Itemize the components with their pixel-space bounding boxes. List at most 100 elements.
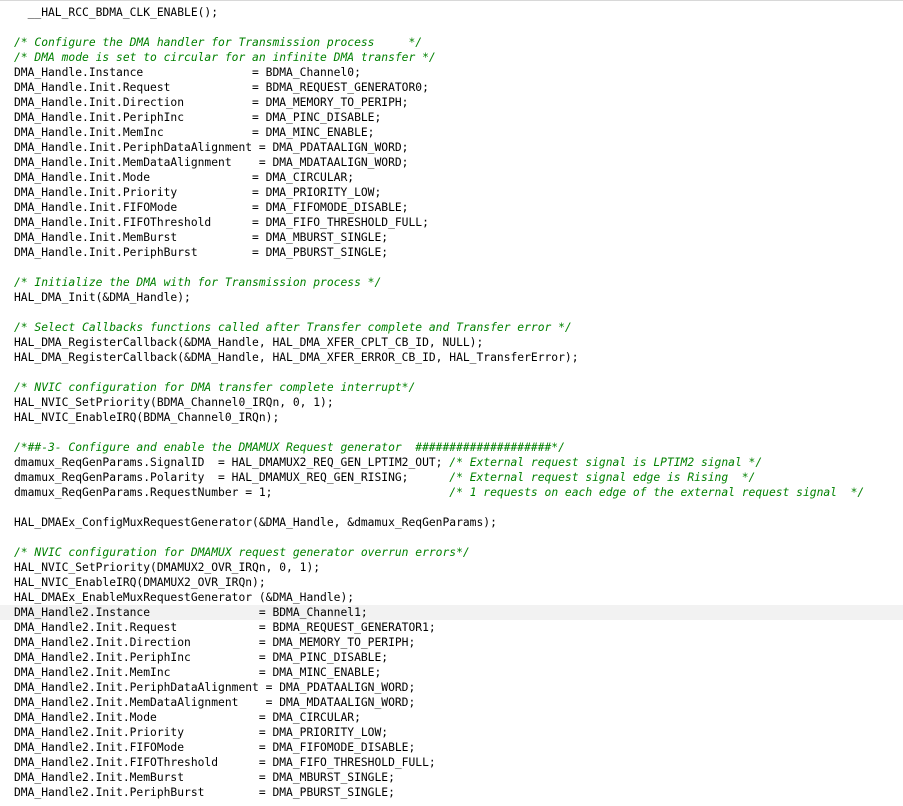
code-text: DMA_Handle2.Instance = BDMA_Channel1; (14, 606, 368, 619)
code-text: DMA_Handle2.Init.FIFOThreshold = DMA_FIF… (14, 756, 436, 769)
code-text: DMA_Handle.Init.MemInc = DMA_MINC_ENABLE… (14, 126, 375, 139)
code-comment: /* External request signal edge is Risin… (449, 471, 756, 484)
code-line[interactable]: DMA_Handle2.Init.PeriphDataAlignment = D… (0, 680, 903, 695)
code-line[interactable]: DMA_Handle.Init.Direction = DMA_MEMORY_T… (0, 95, 903, 110)
code-line[interactable]: /* DMA mode is set to circular for an in… (0, 50, 903, 65)
code-line[interactable]: DMA_Handle2.Init.Mode = DMA_CIRCULAR; (0, 710, 903, 725)
code-line[interactable]: /* NVIC configuration for DMAMUX request… (0, 545, 903, 560)
code-comment: /* Select Callbacks functions called aft… (14, 321, 572, 334)
code-line[interactable] (0, 260, 903, 275)
code-comment: /* DMA mode is set to circular for an in… (14, 51, 436, 64)
code-line[interactable] (0, 500, 903, 515)
code-line[interactable]: DMA_Handle.Instance = BDMA_Channel0; (0, 65, 903, 80)
code-line[interactable]: HAL_NVIC_EnableIRQ(DMAMUX2_OVR_IRQn); (0, 575, 903, 590)
code-line[interactable]: dmamux_ReqGenParams.SignalID = HAL_DMAMU… (0, 455, 903, 470)
code-text: DMA_Handle.Init.FIFOMode = DMA_FIFOMODE_… (14, 201, 409, 214)
code-text: DMA_Handle2.Init.PeriphInc = DMA_PINC_DI… (14, 651, 389, 664)
code-line[interactable]: HAL_DMAEx_ConfigMuxRequestGenerator(&DMA… (0, 515, 903, 530)
code-text: DMA_Handle.Init.PeriphInc = DMA_PINC_DIS… (14, 111, 382, 124)
code-line[interactable]: DMA_Handle.Init.Mode = DMA_CIRCULAR; (0, 170, 903, 185)
code-line[interactable] (0, 530, 903, 545)
code-text: HAL_NVIC_EnableIRQ(DMAMUX2_OVR_IRQn); (14, 576, 266, 589)
code-text: __HAL_RCC_BDMA_CLK_ENABLE(); (14, 6, 219, 19)
code-lines: __HAL_RCC_BDMA_CLK_ENABLE(); /* Configure… (0, 5, 903, 800)
code-comment: /* 1 requests on each edge of the extern… (449, 486, 865, 499)
code-line[interactable]: DMA_Handle2.Init.MemBurst = DMA_MBURST_S… (0, 770, 903, 785)
code-text: HAL_NVIC_EnableIRQ(BDMA_Channel0_IRQn); (14, 411, 280, 424)
code-text: DMA_Handle2.Init.Direction = DMA_MEMORY_… (14, 636, 416, 649)
code-line[interactable]: DMA_Handle2.Init.PeriphBurst = DMA_PBURS… (0, 785, 903, 800)
code-line[interactable]: DMA_Handle2.Init.Direction = DMA_MEMORY_… (0, 635, 903, 650)
code-line[interactable] (0, 425, 903, 440)
code-text: HAL_NVIC_SetPriority(BDMA_Channel0_IRQn,… (14, 396, 334, 409)
code-editor[interactable]: __HAL_RCC_BDMA_CLK_ENABLE(); /* Configure… (0, 0, 903, 806)
code-line[interactable]: DMA_Handle2.Init.FIFOMode = DMA_FIFOMODE… (0, 740, 903, 755)
code-text: DMA_Handle.Init.MemDataAlignment = DMA_M… (14, 156, 409, 169)
code-text: HAL_DMA_RegisterCallback(&DMA_Handle, HA… (14, 336, 484, 349)
code-line[interactable]: dmamux_ReqGenParams.Polarity = HAL_DMAMU… (0, 470, 903, 485)
code-line[interactable]: DMA_Handle2.Init.Request = BDMA_REQUEST_… (0, 620, 903, 635)
code-line[interactable]: /* NVIC configuration for DMA transfer c… (0, 380, 903, 395)
code-line[interactable]: DMA_Handle2.Init.FIFOThreshold = DMA_FIF… (0, 755, 903, 770)
code-line[interactable]: HAL_DMA_RegisterCallback(&DMA_Handle, HA… (0, 335, 903, 350)
code-line[interactable]: DMA_Handle.Init.MemDataAlignment = DMA_M… (0, 155, 903, 170)
code-line[interactable] (0, 365, 903, 380)
code-text: HAL_NVIC_SetPriority(DMAMUX2_OVR_IRQn, 0… (14, 561, 321, 574)
code-text: HAL_DMA_Init(&DMA_Handle); (14, 291, 191, 304)
code-line[interactable]: HAL_DMA_Init(&DMA_Handle); (0, 290, 903, 305)
code-line[interactable]: DMA_Handle2.Init.MemDataAlignment = DMA_… (0, 695, 903, 710)
code-text: DMA_Handle.Init.Request = BDMA_REQUEST_G… (14, 81, 429, 94)
code-line[interactable]: DMA_Handle.Init.FIFOThreshold = DMA_FIFO… (0, 215, 903, 230)
current-code-line[interactable]: DMA_Handle2.Instance = BDMA_Channel1; (0, 605, 903, 620)
code-comment: /* Configure the DMA handler for Transmi… (14, 36, 423, 49)
code-line[interactable]: HAL_DMAEx_EnableMuxRequestGenerator (&DM… (0, 590, 903, 605)
code-line[interactable]: DMA_Handle.Init.PeriphBurst = DMA_PBURST… (0, 245, 903, 260)
code-line[interactable]: DMA_Handle.Init.Priority = DMA_PRIORITY_… (0, 185, 903, 200)
code-text: DMA_Handle2.Init.MemDataAlignment = DMA_… (14, 696, 416, 709)
code-line[interactable]: /*##-3- Configure and enable the DMAMUX … (0, 440, 903, 455)
code-line[interactable]: DMA_Handle.Init.FIFOMode = DMA_FIFOMODE_… (0, 200, 903, 215)
code-line[interactable]: DMA_Handle2.Init.MemInc = DMA_MINC_ENABL… (0, 665, 903, 680)
code-line[interactable]: DMA_Handle2.Init.PeriphInc = DMA_PINC_DI… (0, 650, 903, 665)
code-comment: /* NVIC configuration for DMAMUX request… (14, 546, 470, 559)
code-text: DMA_Handle.Init.Direction = DMA_MEMORY_T… (14, 96, 409, 109)
code-line[interactable]: DMA_Handle.Init.Request = BDMA_REQUEST_G… (0, 80, 903, 95)
code-text: HAL_DMAEx_EnableMuxRequestGenerator (&DM… (14, 591, 355, 604)
code-line[interactable]: DMA_Handle.Init.PeriphDataAlignment = DM… (0, 140, 903, 155)
code-line[interactable]: DMA_Handle.Init.MemInc = DMA_MINC_ENABLE… (0, 125, 903, 140)
code-text: DMA_Handle2.Init.MemInc = DMA_MINC_ENABL… (14, 666, 382, 679)
code-text: DMA_Handle.Instance = BDMA_Channel0; (14, 66, 361, 79)
code-text: HAL_DMA_RegisterCallback(&DMA_Handle, HA… (14, 351, 579, 364)
code-text: DMA_Handle.Init.PeriphDataAlignment = DM… (14, 141, 409, 154)
code-comment: /* Initialize the DMA with for Transmiss… (14, 276, 382, 289)
code-comment: /* External request signal is LPTIM2 sig… (449, 456, 763, 469)
code-comment: /* NVIC configuration for DMA transfer c… (14, 381, 416, 394)
code-text: DMA_Handle.Init.Mode = DMA_CIRCULAR; (14, 171, 355, 184)
code-line[interactable]: dmamux_ReqGenParams.RequestNumber = 1; /… (0, 485, 903, 500)
code-line[interactable]: /* Configure the DMA handler for Transmi… (0, 35, 903, 50)
code-line[interactable]: /* Initialize the DMA with for Transmiss… (0, 275, 903, 290)
code-text: DMA_Handle2.Init.MemBurst = DMA_MBURST_S… (14, 771, 395, 784)
code-text: dmamux_ReqGenParams.Polarity = HAL_DMAMU… (14, 471, 450, 484)
code-text: DMA_Handle2.Init.Request = BDMA_REQUEST_… (14, 621, 436, 634)
code-line[interactable] (0, 305, 903, 320)
code-comment: /*##-3- Configure and enable the DMAMUX … (14, 441, 565, 454)
code-text: DMA_Handle2.Init.PeriphBurst = DMA_PBURS… (14, 786, 395, 799)
code-line[interactable]: HAL_NVIC_SetPriority(DMAMUX2_OVR_IRQn, 0… (0, 560, 903, 575)
code-line[interactable]: HAL_NVIC_SetPriority(BDMA_Channel0_IRQn,… (0, 395, 903, 410)
code-line[interactable]: DMA_Handle.Init.MemBurst = DMA_MBURST_SI… (0, 230, 903, 245)
code-line[interactable]: __HAL_RCC_BDMA_CLK_ENABLE(); (0, 5, 903, 20)
code-line[interactable]: DMA_Handle2.Init.Priority = DMA_PRIORITY… (0, 725, 903, 740)
code-text: HAL_DMAEx_ConfigMuxRequestGenerator(&DMA… (14, 516, 497, 529)
code-text: DMA_Handle2.Init.Mode = DMA_CIRCULAR; (14, 711, 361, 724)
code-text: DMA_Handle.Init.MemBurst = DMA_MBURST_SI… (14, 231, 389, 244)
code-line[interactable] (0, 20, 903, 35)
code-line[interactable]: DMA_Handle.Init.PeriphInc = DMA_PINC_DIS… (0, 110, 903, 125)
code-text: DMA_Handle.Init.Priority = DMA_PRIORITY_… (14, 186, 382, 199)
code-line[interactable]: HAL_DMA_RegisterCallback(&DMA_Handle, HA… (0, 350, 903, 365)
code-text: dmamux_ReqGenParams.SignalID = HAL_DMAMU… (14, 456, 450, 469)
code-text: DMA_Handle.Init.PeriphBurst = DMA_PBURST… (14, 246, 389, 259)
code-line[interactable]: /* Select Callbacks functions called aft… (0, 320, 903, 335)
code-line[interactable]: HAL_NVIC_EnableIRQ(BDMA_Channel0_IRQn); (0, 410, 903, 425)
code-text: DMA_Handle2.Init.Priority = DMA_PRIORITY… (14, 726, 389, 739)
